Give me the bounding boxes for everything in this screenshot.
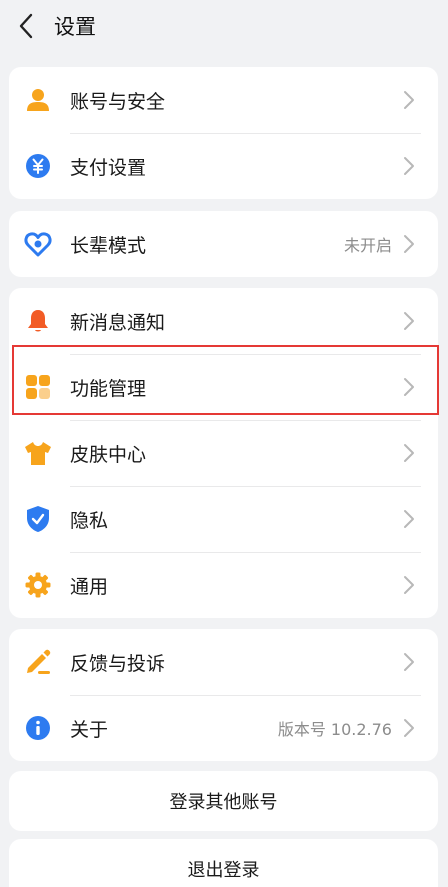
settings-item-elder-mode[interactable]: 长辈模式 未开启	[9, 211, 438, 277]
logout-button[interactable]: 退出登录	[9, 839, 438, 887]
settings-item-label: 关于	[70, 718, 109, 741]
chevron-right-icon	[402, 651, 416, 673]
elder-mode-status: 未开启	[343, 236, 392, 255]
settings-item-general[interactable]: 通用	[9, 552, 438, 618]
settings-item-account-security[interactable]: 账号与安全	[9, 67, 438, 133]
settings-item-privacy[interactable]: 隐私	[9, 486, 438, 552]
chevron-right-icon	[402, 155, 416, 177]
settings-item-label: 新消息通知	[70, 311, 166, 334]
settings-item-label: 反馈与投诉	[70, 652, 166, 675]
version-text: 版本号 10.2.76	[277, 720, 392, 739]
shirt-icon	[24, 439, 52, 467]
settings-item-label: 支付设置	[70, 156, 147, 179]
shield-icon	[24, 505, 52, 533]
settings-item-label: 长辈模式	[70, 234, 147, 257]
settings-item-feature-management[interactable]: 功能管理	[9, 354, 438, 420]
chevron-right-icon	[402, 233, 416, 255]
chevron-left-icon	[19, 13, 33, 39]
switch-account-button[interactable]: 登录其他账号	[9, 771, 438, 831]
heart-icon	[24, 230, 52, 258]
bell-icon	[24, 307, 52, 335]
info-icon	[24, 714, 52, 742]
switch-account-label: 登录其他账号	[169, 792, 278, 813]
grid-icon	[24, 373, 52, 401]
settings-item-label: 皮肤中心	[70, 443, 147, 466]
settings-item-payment[interactable]: 支付设置	[9, 133, 438, 199]
settings-item-label: 隐私	[70, 509, 109, 532]
chevron-right-icon	[402, 574, 416, 596]
settings-item-label: 功能管理	[70, 377, 147, 400]
gear-icon	[24, 571, 52, 599]
settings-item-skin-center[interactable]: 皮肤中心	[9, 420, 438, 486]
settings-group-general: 新消息通知 功能管理 皮肤中心 隐私 通用	[9, 288, 438, 618]
settings-group-about: 反馈与投诉 关于 版本号 10.2.76	[9, 629, 438, 761]
back-button[interactable]	[12, 12, 40, 40]
chevron-right-icon	[402, 376, 416, 398]
chevron-right-icon	[402, 89, 416, 111]
chevron-right-icon	[402, 310, 416, 332]
settings-item-feedback[interactable]: 反馈与投诉	[9, 629, 438, 695]
settings-item-about[interactable]: 关于 版本号 10.2.76	[9, 695, 438, 761]
settings-item-notifications[interactable]: 新消息通知	[9, 288, 438, 354]
yuan-icon	[24, 152, 52, 180]
page-title: 设置	[54, 15, 96, 39]
settings-group-account: 账号与安全 支付设置	[9, 67, 438, 199]
settings-group-elder: 长辈模式 未开启	[9, 211, 438, 277]
logout-label: 退出登录	[187, 860, 260, 881]
chevron-right-icon	[402, 717, 416, 739]
person-icon	[24, 86, 52, 114]
chevron-right-icon	[402, 442, 416, 464]
pencil-icon	[24, 648, 52, 676]
top-bar: 设置	[0, 0, 448, 52]
settings-item-label: 通用	[70, 575, 109, 598]
chevron-right-icon	[402, 508, 416, 530]
settings-item-label: 账号与安全	[70, 90, 166, 113]
